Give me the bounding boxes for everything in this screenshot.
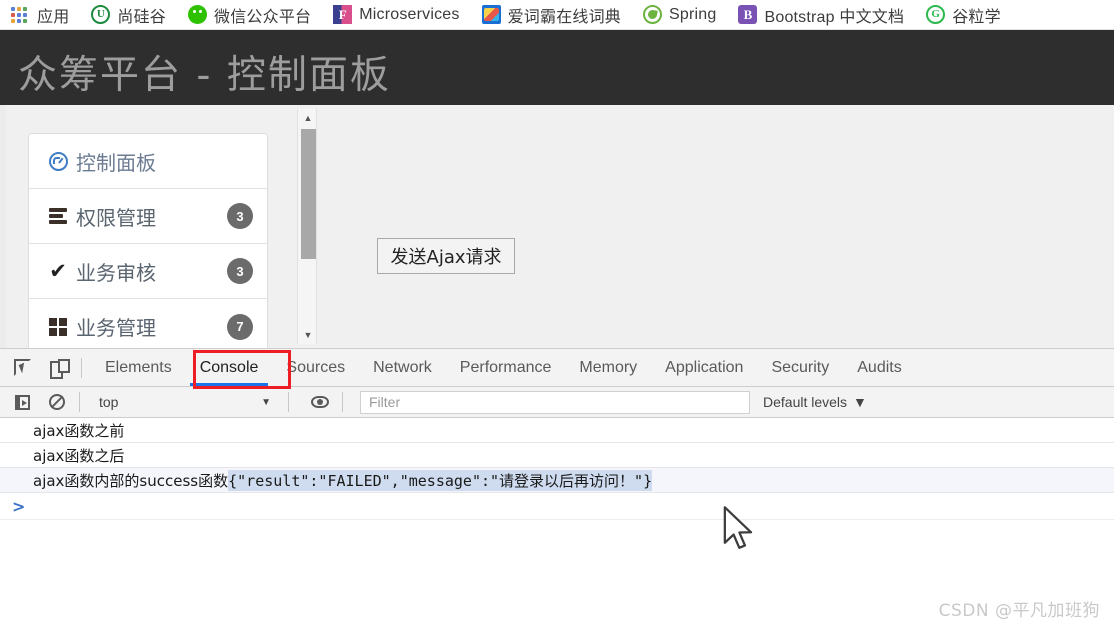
sidebar-item-business[interactable]: 业务管理 7 xyxy=(29,299,267,354)
devtools-panel: Elements Console Sources Network Perform… xyxy=(0,348,1114,627)
tab-sources[interactable]: Sources xyxy=(272,349,359,386)
bookmark-label: 微信公众平台 xyxy=(214,8,312,26)
grid-squares-icon xyxy=(47,317,69,336)
bookmark-label: 尚硅谷 xyxy=(117,8,167,26)
page-header: 众筹平台 - 控制面板 xyxy=(0,30,1114,105)
iciba-dictionary-icon xyxy=(481,5,501,24)
bookmark-label: 谷粒学 xyxy=(952,8,1001,26)
bookmark-spring[interactable]: Spring xyxy=(632,2,727,28)
page-title: 众筹平台 - 控制面板 xyxy=(18,53,391,98)
scrollbar-thumb[interactable] xyxy=(301,129,316,259)
tab-memory[interactable]: Memory xyxy=(565,349,651,386)
guli-icon: G xyxy=(926,5,946,24)
check-mark-icon: ✔ xyxy=(49,258,67,283)
scroll-up-arrow-icon[interactable]: ▲ xyxy=(298,109,318,127)
page-left-rail xyxy=(0,105,6,348)
microservices-icon: F xyxy=(333,5,353,24)
scroll-down-arrow-icon[interactable]: ▼ xyxy=(298,326,318,344)
bookmark-microservices[interactable]: F Microservices xyxy=(322,2,470,28)
sidebar-item-audit[interactable]: ✔ 业务审核 3 xyxy=(29,244,267,299)
chevron-down-icon: ▼ xyxy=(261,396,271,408)
tab-network[interactable]: Network xyxy=(359,349,446,386)
bookmark-label: 爱词霸在线词典 xyxy=(507,8,622,26)
watermark: CSDN @平凡加班狗 xyxy=(938,601,1100,621)
devtools-tabbar: Elements Console Sources Network Perform… xyxy=(0,349,1114,387)
bootstrap-icon: B xyxy=(738,5,758,24)
log-levels-label: Default levels xyxy=(763,394,848,410)
execution-context-dropdown[interactable]: top ▼ xyxy=(99,391,279,413)
tab-elements[interactable]: Elements xyxy=(91,349,186,386)
spring-leaf-icon xyxy=(643,5,663,24)
console-message-row[interactable]: ajax函数之前 xyxy=(0,418,1114,443)
bookmark-bootstrap[interactable]: B Bootstrap 中文文档 xyxy=(727,2,915,28)
bookmark-label: 应用 xyxy=(37,8,70,26)
filter-input[interactable] xyxy=(360,390,750,414)
server-stack-icon xyxy=(47,207,69,225)
console-filter-bar: top ▼ Default levels ▼ xyxy=(0,387,1114,418)
console-message-selected-json: {"result":"FAILED","message":"请登录以后再访问！"… xyxy=(228,469,653,491)
live-expression-eye-icon[interactable] xyxy=(307,389,333,415)
console-message-row[interactable]: ajax函数之后 xyxy=(0,443,1114,468)
tab-performance[interactable]: Performance xyxy=(446,349,566,386)
tab-application[interactable]: Application xyxy=(651,349,757,386)
filterbar-divider-1 xyxy=(79,392,80,412)
filterbar-divider-2 xyxy=(288,392,289,412)
console-message-text: ajax函数内部的success函数 xyxy=(33,471,229,490)
bookmark-apps[interactable]: 应用 xyxy=(0,2,80,28)
log-levels-dropdown[interactable]: Default levels ▼ xyxy=(763,394,867,410)
wechat-icon xyxy=(188,5,208,24)
console-message-row[interactable]: ajax函数内部的success函数 {"result":"FAILED","m… xyxy=(0,468,1114,493)
apps-grid-icon xyxy=(11,7,30,23)
console-message-text: ajax函数之后 xyxy=(33,446,125,465)
tab-audits[interactable]: Audits xyxy=(843,349,915,386)
bookmark-shangguigu[interactable]: U 尚硅谷 xyxy=(80,2,177,28)
sidebar-item-label: 权限管理 xyxy=(76,205,156,230)
bookmark-label: Bootstrap 中文文档 xyxy=(764,8,905,26)
tab-console[interactable]: Console xyxy=(186,349,273,386)
sidebar-item-badge: 7 xyxy=(227,313,253,340)
bookmark-label: Microservices xyxy=(359,5,460,23)
tab-security[interactable]: Security xyxy=(757,349,843,386)
inspect-element-icon[interactable] xyxy=(8,354,36,382)
execution-context-value: top xyxy=(99,394,119,410)
clear-console-icon[interactable] xyxy=(44,389,70,415)
page-scrollbar[interactable]: ▲ ▼ xyxy=(297,109,317,344)
dashboard-clock-icon xyxy=(47,151,69,171)
console-prompt[interactable]: > xyxy=(0,493,1114,520)
filterbar-divider-3 xyxy=(342,392,343,412)
console-sidebar-icon[interactable] xyxy=(9,389,35,415)
sidebar-menu: 控制面板 权限管理 3 ✔ 业务审核 3 业务管理 7 xyxy=(28,133,268,355)
sidebar-item-label: 业务管理 xyxy=(76,316,156,340)
sidebar-item-permissions[interactable]: 权限管理 3 xyxy=(29,189,267,244)
bookmark-label: Spring xyxy=(669,5,717,23)
sidebar-item-label: 业务审核 xyxy=(76,260,156,285)
toolbar-divider xyxy=(81,357,82,378)
screen-root: 应用 U 尚硅谷 微信公众平台 F Microservices 爱词霸在线词典 … xyxy=(0,0,1114,627)
bookmark-iciba[interactable]: 爱词霸在线词典 xyxy=(471,2,632,28)
console-message-text: ajax函数之前 xyxy=(33,421,125,440)
sidebar-item-dashboard[interactable]: 控制面板 xyxy=(29,134,267,189)
chevron-down-icon: ▼ xyxy=(853,394,867,410)
bookmark-guli[interactable]: G 谷粒学 xyxy=(915,2,1012,28)
page-content: 控制面板 权限管理 3 ✔ 业务审核 3 业务管理 7 ▲ ▼ 发送Ajax请求 xyxy=(0,105,1114,355)
shangguigu-icon: U xyxy=(91,5,111,24)
mouse-cursor xyxy=(723,506,753,549)
device-toolbar-icon[interactable] xyxy=(44,354,72,382)
sidebar-item-label: 控制面板 xyxy=(76,150,156,175)
bookmark-wechat[interactable]: 微信公众平台 xyxy=(177,2,322,28)
prompt-chevron-icon: > xyxy=(12,496,26,516)
bookmarks-bar: 应用 U 尚硅谷 微信公众平台 F Microservices 爱词霸在线词典 … xyxy=(0,0,1114,30)
sidebar-item-badge: 3 xyxy=(227,203,253,229)
send-ajax-request-button[interactable]: 发送Ajax请求 xyxy=(377,238,515,274)
console-message-list: ajax函数之前 ajax函数之后 ajax函数内部的success函数 {"r… xyxy=(0,418,1114,626)
sidebar-item-badge: 3 xyxy=(227,258,253,284)
